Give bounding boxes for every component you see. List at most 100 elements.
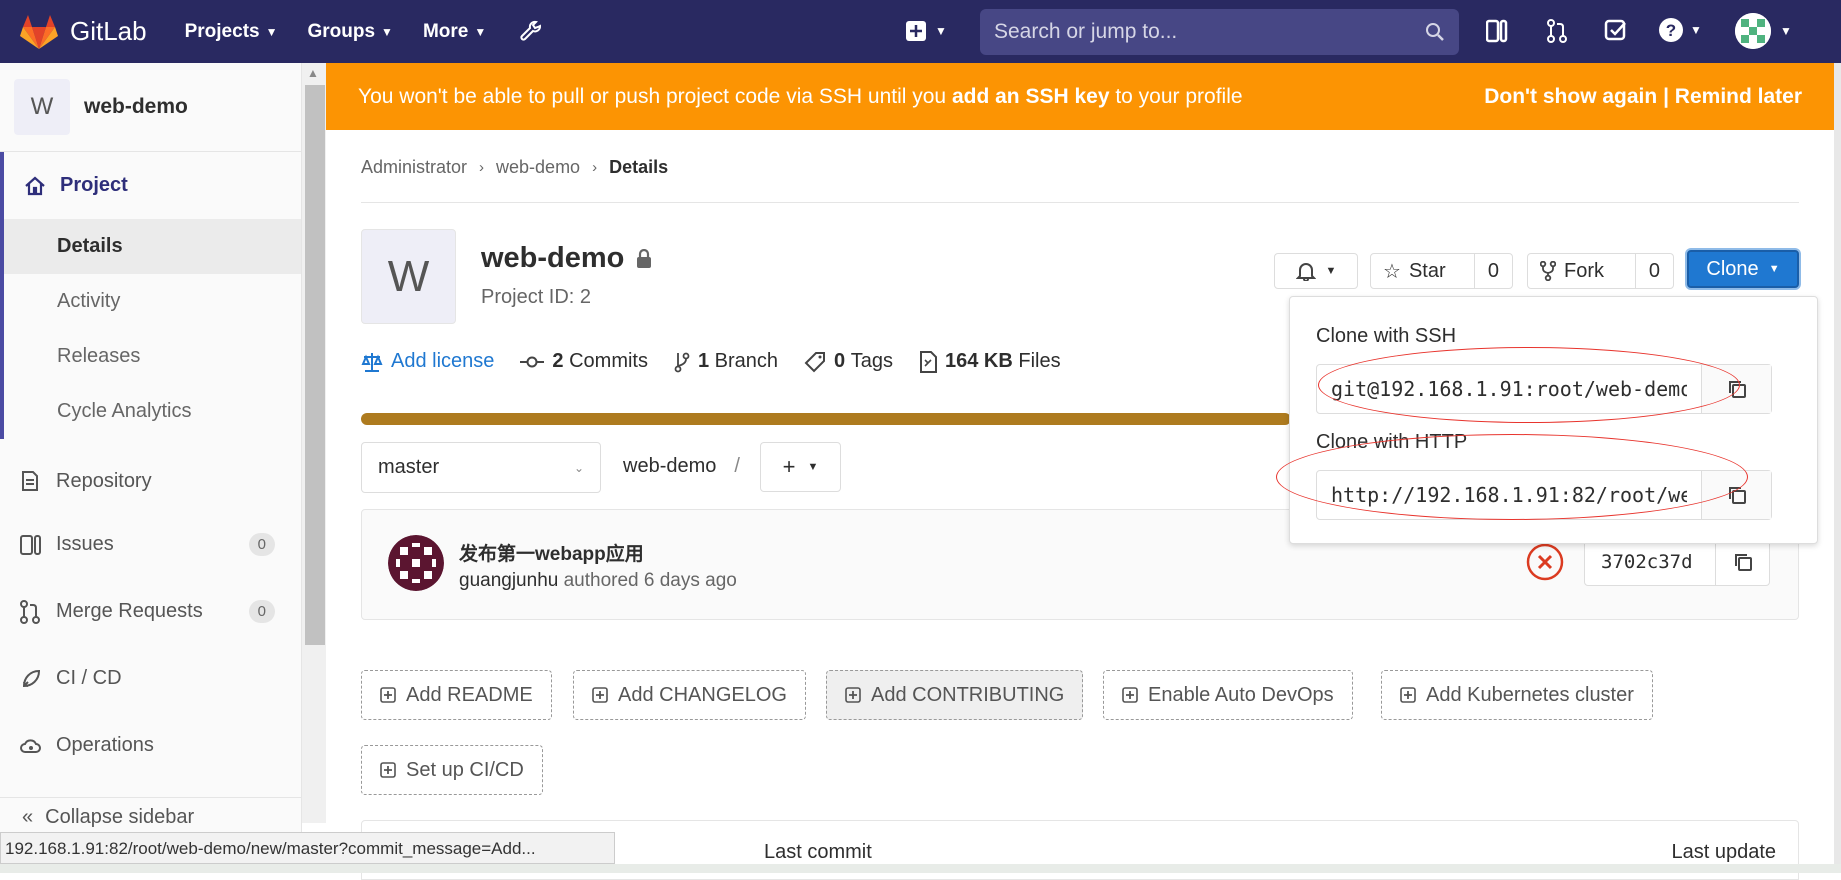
dont-show-again-link[interactable]: Don't show again	[1484, 85, 1657, 108]
copy-http-url-button[interactable]	[1701, 471, 1771, 519]
sidebar-section-project: Project Details Activity Releases Cycle …	[0, 152, 301, 439]
nav-more[interactable]: More ▼	[423, 21, 486, 43]
files-label: Files	[1018, 350, 1061, 372]
repo-path-root[interactable]: web-demo	[623, 455, 716, 477]
path-separator: /	[734, 455, 740, 477]
scroll-up-arrow-icon[interactable]: ▲	[307, 66, 319, 80]
sidebar-item-issues[interactable]: Issues 0	[0, 511, 301, 578]
add-changelog-button[interactable]: Add CHANGELOG	[573, 670, 806, 720]
branch-selector[interactable]: master ⌄	[361, 442, 601, 493]
clone-http-field	[1316, 470, 1772, 520]
sidebar-scrollbar-thumb[interactable]	[305, 85, 325, 645]
remind-later-link[interactable]: Remind later	[1675, 85, 1802, 108]
document-icon	[22, 471, 38, 491]
chevron-down-icon: ▼	[265, 24, 278, 39]
add-readme-button[interactable]: Add README	[361, 670, 552, 720]
commit-meta: guangjunhu authored 6 days ago	[459, 570, 737, 592]
project-name: web-demo	[481, 242, 625, 274]
add-ssh-key-link[interactable]: add an SSH key	[952, 85, 1110, 108]
copy-ssh-url-button[interactable]	[1701, 365, 1771, 413]
chevron-right-icon: ›	[479, 159, 485, 176]
clone-label: Clone	[1706, 257, 1759, 280]
new-dropdown[interactable]: ▼	[905, 20, 947, 42]
pipeline-failed-icon[interactable]	[1525, 542, 1565, 582]
clone-dropdown-menu: Clone with SSH Clone with HTTP	[1289, 296, 1818, 544]
identicon-avatar-icon	[388, 535, 444, 591]
collapse-sidebar-button[interactable]: « Collapse sidebar	[0, 797, 302, 837]
plus-square-icon	[592, 687, 608, 703]
sidebar-item-project[interactable]: Project	[4, 152, 301, 219]
fork-count[interactable]: 0	[1634, 254, 1673, 288]
issues-count-badge: 0	[248, 533, 275, 556]
commit-author[interactable]: guangjunhu	[459, 570, 558, 591]
gitlab-tanuki-icon	[20, 14, 58, 49]
page-scrollbar[interactable]	[1834, 63, 1841, 873]
nav-groups[interactable]: Groups ▼	[307, 21, 392, 43]
sidebar-item-activity[interactable]: Activity	[4, 274, 301, 329]
add-kubernetes-cluster-button[interactable]: Add Kubernetes cluster	[1381, 670, 1653, 720]
files-link[interactable]: 164 KB Files	[919, 350, 1061, 373]
banner-text-pre: You won't be able to pull or push projec…	[358, 84, 952, 108]
column-last-commit: Last commit	[764, 841, 872, 863]
branch-label: Branch	[714, 350, 779, 372]
branch-link[interactable]: 1 Branch	[674, 350, 778, 373]
enable-auto-devops-button[interactable]: Enable Auto DevOps	[1103, 670, 1353, 720]
chevron-down-icon[interactable]: ▼	[1780, 24, 1792, 38]
issues-board-icon[interactable]	[1486, 18, 1508, 44]
commit-author-avatar[interactable]	[388, 535, 444, 591]
chevron-down-icon: ▼	[1325, 265, 1337, 277]
banner-separator: |	[1663, 84, 1669, 108]
add-license-link[interactable]: Add license	[361, 350, 494, 373]
help-dropdown[interactable]: ? ▼	[1658, 17, 1702, 43]
repo-path: web-demo /	[623, 455, 740, 478]
add-contributing-label: Add CONTRIBUTING	[871, 683, 1065, 706]
breadcrumb-administrator[interactable]: Administrator	[361, 157, 467, 178]
clone-http-label: Clone with HTTP	[1316, 431, 1468, 453]
tags-count: 0	[834, 350, 846, 372]
user-avatar[interactable]	[1735, 13, 1771, 49]
sidebar-item-releases[interactable]: Releases	[4, 329, 301, 384]
project-stats: Add license 2 Commits 1 Branch 0 Tags 16…	[361, 350, 1087, 373]
commit-sha[interactable]: 3702c37d	[1585, 551, 1715, 573]
wrench-icon[interactable]	[520, 20, 544, 44]
sidebar-project-header[interactable]: W web-demo	[0, 63, 301, 152]
merge-request-icon[interactable]	[1546, 18, 1568, 44]
search-input[interactable]: Search or jump to...	[994, 20, 1425, 44]
commits-link[interactable]: 2 Commits	[520, 350, 648, 373]
add-contributing-button[interactable]: Add CONTRIBUTING	[826, 670, 1084, 720]
set-up-ci-cd-button[interactable]: Set up CI/CD	[361, 745, 543, 795]
copy-sha-button[interactable]	[1715, 539, 1769, 585]
plus-square-icon	[1400, 687, 1416, 703]
star-button[interactable]: ☆ Star 0	[1370, 253, 1513, 289]
nav-projects[interactable]: Projects ▼	[185, 21, 278, 43]
project-title: web-demo	[481, 242, 652, 275]
bell-icon	[1295, 263, 1316, 281]
issues-icon	[20, 534, 41, 555]
commit-title[interactable]: 发布第一webapp应用	[459, 539, 644, 566]
repository-languages-bar[interactable]	[361, 413, 1291, 425]
tags-link[interactable]: 0 Tags	[804, 350, 893, 373]
sidebar-item-operations[interactable]: Operations	[0, 712, 301, 779]
add-kubernetes-cluster-label: Add Kubernetes cluster	[1426, 683, 1634, 706]
chevron-down-icon: ▼	[381, 24, 393, 39]
sidebar-item-merge-requests[interactable]: Merge Requests 0	[0, 578, 301, 645]
ssh-key-warning-banner: You won't be able to pull or push projec…	[326, 63, 1834, 130]
sidebar-item-ci-cd[interactable]: CI / CD	[0, 645, 301, 712]
sidebar-item-details[interactable]: Details	[4, 219, 301, 274]
sidebar-item-cycle-analytics[interactable]: Cycle Analytics	[4, 384, 301, 439]
fork-button[interactable]: Fork 0	[1527, 253, 1674, 289]
gitlab-logo[interactable]: GitLab	[20, 14, 147, 50]
clone-button[interactable]: Clone ▼	[1687, 250, 1799, 288]
svg-text:?: ?	[1666, 21, 1676, 40]
clone-http-input[interactable]	[1317, 483, 1701, 507]
project-sidebar: W web-demo Project Details Activity Rele…	[0, 63, 302, 873]
star-count[interactable]: 0	[1473, 254, 1512, 288]
search-bar[interactable]: Search or jump to...	[980, 9, 1459, 55]
breadcrumb-web-demo[interactable]: web-demo	[496, 157, 580, 178]
clone-ssh-input[interactable]	[1317, 377, 1701, 401]
sidebar-item-repository[interactable]: Repository	[0, 451, 301, 511]
notification-dropdown[interactable]: ▼	[1274, 253, 1358, 289]
todo-checkbox-icon[interactable]	[1604, 18, 1628, 42]
breadcrumb-details[interactable]: Details	[609, 157, 668, 178]
add-file-dropdown[interactable]: + ▼	[760, 442, 841, 492]
